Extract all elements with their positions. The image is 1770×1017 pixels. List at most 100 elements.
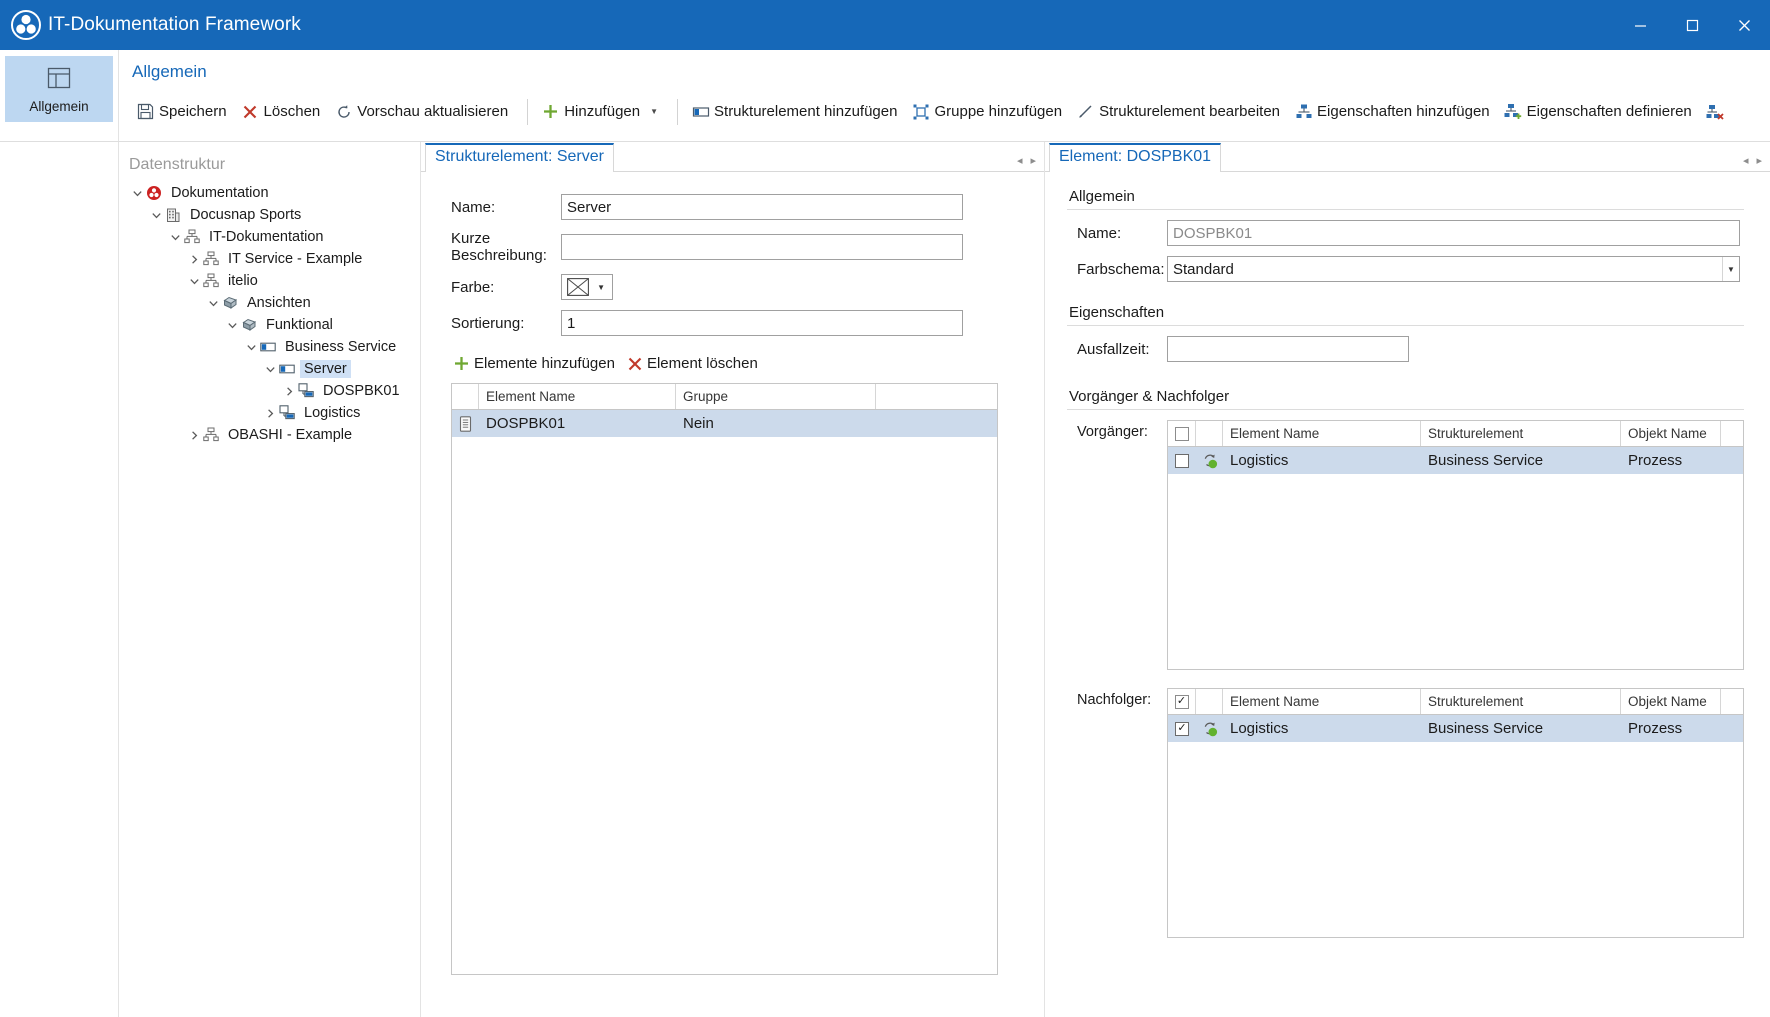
row-checkbox-cell[interactable]: ✓ (1168, 715, 1196, 742)
name-input[interactable] (561, 194, 963, 220)
color-picker[interactable]: ▼ (561, 274, 613, 300)
no-color-icon (567, 278, 589, 296)
add-properties-button[interactable]: Eigenschaften hinzufügen (1290, 95, 1500, 129)
cell-objekt-name: Prozess (1628, 720, 1683, 737)
tree-node-itelio[interactable]: itelio (119, 270, 420, 292)
properties-delete-icon (1706, 102, 1725, 121)
tree-node-dokumentation[interactable]: Dokumentation (119, 182, 420, 204)
tree-node-label: DOSPBK01 (323, 383, 400, 399)
column-header-objekt-name[interactable]: Objekt Name (1621, 689, 1721, 714)
column-header-icon[interactable] (1196, 421, 1223, 446)
edit-structure-element-button[interactable]: Strukturelement bearbeiten (1072, 95, 1290, 129)
chevron-down-icon[interactable] (224, 320, 240, 331)
nav-next-icon[interactable]: ▸ (1756, 154, 1762, 167)
colorscheme-label: Farbschema: (1077, 260, 1165, 278)
row-checkbox-cell[interactable] (1168, 447, 1196, 474)
tab-element-dospbk01[interactable]: Element: DOSPBK01 (1049, 143, 1222, 172)
tree-node-it-dokumentation[interactable]: IT-Dokumentation (119, 226, 420, 248)
column-header-icon[interactable] (452, 384, 479, 409)
left-rail (0, 142, 119, 1017)
delete-x-icon (627, 356, 643, 372)
column-header-icon[interactable] (1196, 689, 1223, 714)
maximize-icon[interactable] (1666, 0, 1718, 50)
chevron-down-icon[interactable]: ▼ (650, 107, 658, 116)
save-button[interactable]: Speichern (132, 95, 237, 129)
delete-properties-button[interactable] (1702, 95, 1739, 129)
column-header-strukturelement[interactable]: Strukturelement (1421, 421, 1621, 446)
chevron-down-icon[interactable] (129, 188, 145, 199)
nav-prev-icon[interactable]: ◂ (1017, 154, 1023, 167)
tree-node-obashi-example[interactable]: OBASHI - Example (119, 424, 420, 446)
toolbar-separator (677, 98, 679, 125)
row-checkbox[interactable] (1175, 453, 1189, 468)
chevron-right-icon[interactable] (262, 408, 278, 419)
chevron-down-icon[interactable] (262, 364, 278, 375)
tree-node-docusnap-sports[interactable]: Docusnap Sports (119, 204, 420, 226)
column-header-select-all[interactable] (1168, 421, 1196, 446)
documentation-icon (145, 185, 163, 201)
column-header-select-all[interactable]: ✓ (1168, 689, 1196, 714)
column-header-element-name[interactable]: Element Name (1223, 689, 1421, 714)
chevron-right-icon[interactable] (186, 254, 202, 265)
successors-label: Nachfolger: (1077, 692, 1152, 708)
element-name-input[interactable] (1167, 220, 1740, 246)
delete-button[interactable]: Löschen (237, 95, 331, 129)
element-node-icon (278, 405, 296, 421)
table-row[interactable]: ✓ Logistics Business Service Prozess (1168, 715, 1743, 742)
chevron-down-icon[interactable] (148, 210, 164, 221)
tree-node-logistics[interactable]: Logistics (119, 402, 420, 424)
column-header-strukturelement[interactable]: Strukturelement (1421, 689, 1621, 714)
column-header-spare[interactable] (1721, 421, 1743, 446)
table-row[interactable]: Logistics Business Service Prozess (1168, 447, 1743, 474)
color-label: Farbe: (451, 278, 495, 296)
tree-node-server[interactable]: Server (119, 358, 420, 380)
column-header-objekt-name[interactable]: Objekt Name (1621, 421, 1721, 446)
delete-element-button[interactable]: Element löschen (625, 352, 766, 375)
minimize-icon[interactable] (1614, 0, 1666, 50)
close-icon[interactable] (1718, 0, 1770, 50)
description-input[interactable] (561, 234, 963, 260)
column-header-element-name[interactable]: Element Name (479, 384, 676, 409)
tree-node-funktional[interactable]: Funktional (119, 314, 420, 336)
chevron-down-icon[interactable] (186, 276, 202, 287)
properties-add-icon (1294, 102, 1313, 121)
structure-element-icon (691, 102, 710, 121)
column-header-gruppe[interactable]: Gruppe (676, 384, 876, 409)
nav-prev-icon[interactable]: ◂ (1743, 154, 1749, 167)
chevron-down-icon[interactable] (205, 298, 221, 309)
tab-strukturelement-server[interactable]: Strukturelement: Server (425, 143, 614, 172)
successors-grid: ✓ Element Name Strukturelement Objekt Na… (1167, 688, 1744, 938)
row-checkbox[interactable]: ✓ (1175, 721, 1189, 736)
table-row[interactable]: DOSPBK01 Nein (452, 410, 997, 437)
add-button[interactable]: Hinzufügen ▼ (537, 95, 668, 129)
define-properties-button[interactable]: Eigenschaften definieren (1500, 95, 1702, 129)
tree-node-dospbk01[interactable]: DOSPBK01 (119, 380, 420, 402)
column-header-spare[interactable] (1721, 689, 1743, 714)
column-header-spare[interactable] (876, 384, 997, 409)
chevron-right-icon[interactable] (186, 430, 202, 441)
tree-node-ansichten[interactable]: Ansichten (119, 292, 420, 314)
chevron-down-icon[interactable]: ▼ (1722, 257, 1739, 281)
column-header-element-name[interactable]: Element Name (1223, 421, 1421, 446)
chevron-down-icon[interactable] (243, 342, 259, 353)
select-all-checkbox[interactable]: ✓ (1174, 694, 1189, 709)
chevron-down-icon[interactable]: ▼ (597, 283, 605, 292)
sort-input[interactable] (561, 310, 963, 336)
chevron-right-icon[interactable] (281, 386, 297, 397)
tree-node-it-service-example[interactable]: IT Service - Example (119, 248, 420, 270)
colorscheme-select[interactable]: Standard ▼ (1167, 256, 1740, 282)
tree-node-business-service[interactable]: Business Service (119, 336, 420, 358)
refresh-preview-button[interactable]: Vorschau aktualisieren (330, 95, 518, 129)
add-structure-element-button[interactable]: Strukturelement hinzufügen (687, 95, 907, 129)
cell-spare (876, 410, 997, 437)
tab-allgemein[interactable]: Allgemein (5, 56, 113, 122)
add-elements-button[interactable]: Elemente hinzufügen (451, 352, 623, 375)
sort-label: Sortierung: (451, 314, 525, 332)
nav-next-icon[interactable]: ▸ (1030, 154, 1036, 167)
data-structure-tree-pane: Datenstruktur Dokumentation Docusnap Spor… (119, 142, 421, 1017)
add-group-button[interactable]: Gruppe hinzufügen (907, 95, 1072, 129)
elements-grid-header: Element Name Gruppe (452, 384, 997, 410)
chevron-down-icon[interactable] (167, 232, 183, 243)
select-all-checkbox[interactable] (1174, 426, 1189, 441)
downtime-input[interactable] (1167, 336, 1409, 362)
